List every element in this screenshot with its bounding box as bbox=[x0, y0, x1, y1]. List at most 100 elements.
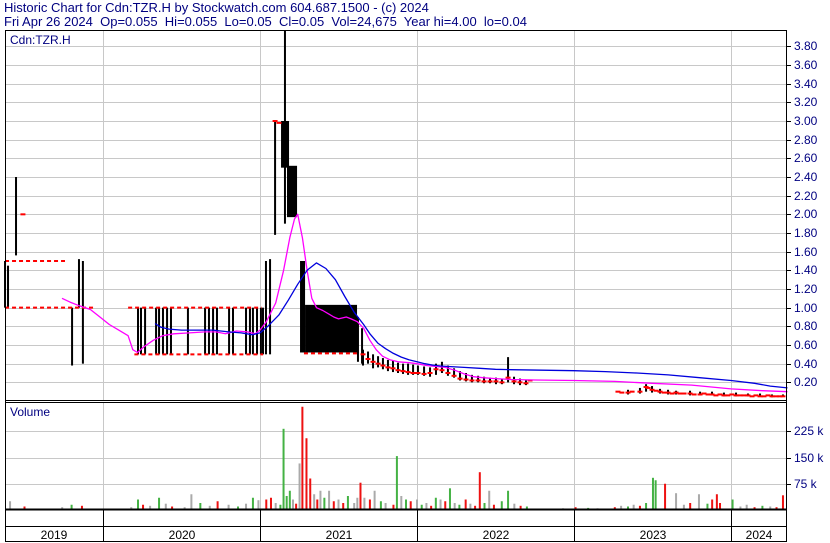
price-bar bbox=[7, 265, 10, 308]
volume-bar bbox=[316, 499, 319, 510]
price-axis-tick-label: 3.60 bbox=[794, 58, 818, 72]
close-tick bbox=[457, 377, 463, 380]
close-tick bbox=[487, 380, 493, 383]
close-tick bbox=[395, 369, 401, 372]
volume-bar bbox=[507, 490, 510, 510]
price-bar bbox=[228, 307, 231, 355]
price-bar bbox=[386, 359, 389, 372]
volume-bar bbox=[282, 428, 285, 510]
x-axis-year-label: 2021 bbox=[325, 528, 353, 542]
price-block bbox=[287, 165, 298, 218]
price-axis-tick-label: 0.60 bbox=[794, 338, 818, 352]
close-tick bbox=[415, 371, 421, 374]
close-tick bbox=[276, 121, 282, 124]
price-bar bbox=[169, 307, 172, 355]
volume-bar bbox=[439, 499, 442, 510]
volume-bar bbox=[313, 494, 316, 510]
price-bar bbox=[207, 307, 210, 355]
close-tick bbox=[475, 379, 481, 382]
close-tick bbox=[505, 376, 511, 379]
price-bar bbox=[212, 307, 215, 355]
volume-bar bbox=[731, 499, 734, 510]
price-bar bbox=[283, 30, 286, 224]
volume-bar bbox=[405, 499, 408, 510]
price-bar bbox=[81, 260, 84, 364]
price-bar bbox=[186, 307, 189, 355]
close-tick bbox=[375, 362, 381, 365]
close-tick bbox=[691, 393, 697, 396]
price-bar bbox=[204, 307, 207, 355]
volume-bar bbox=[265, 499, 268, 510]
close-tick bbox=[637, 390, 643, 393]
close-tick bbox=[499, 381, 505, 384]
volume-bar bbox=[328, 490, 331, 510]
price-bar bbox=[361, 349, 364, 366]
price-bar bbox=[391, 360, 394, 373]
close-tick bbox=[511, 380, 517, 383]
volume-bar bbox=[305, 438, 308, 510]
close-tick bbox=[272, 120, 278, 123]
close-tick bbox=[451, 374, 457, 377]
volume-bar bbox=[434, 497, 437, 510]
price-bar bbox=[161, 307, 164, 355]
close-tick bbox=[629, 390, 635, 393]
price-axis-tick-label: 2.20 bbox=[794, 189, 818, 203]
close-tick bbox=[493, 380, 499, 383]
x-axis-year-label: 2023 bbox=[639, 528, 667, 542]
volume-bar bbox=[356, 497, 359, 510]
close-tick bbox=[645, 386, 651, 389]
close-tick bbox=[517, 381, 523, 384]
close-tick bbox=[463, 378, 469, 381]
volume-bar bbox=[395, 456, 398, 510]
close-tick bbox=[481, 380, 487, 383]
close-tick bbox=[681, 392, 687, 395]
price-bar bbox=[377, 356, 380, 368]
close-tick bbox=[421, 372, 427, 375]
price-axis-tick-label: 0.80 bbox=[794, 319, 818, 333]
close-tick bbox=[410, 371, 416, 374]
close-tick bbox=[439, 369, 445, 372]
chart-canvas bbox=[4, 30, 791, 542]
close-tick bbox=[469, 379, 475, 382]
volume-bar bbox=[464, 499, 467, 510]
close-tick bbox=[400, 370, 406, 373]
volume-bar bbox=[697, 494, 700, 510]
close-tick bbox=[433, 368, 439, 371]
price-bar bbox=[139, 307, 142, 355]
price-bar bbox=[166, 307, 169, 355]
price-axis-tick-label: 1.80 bbox=[794, 226, 818, 240]
price-axis-tick-label: 1.00 bbox=[794, 301, 818, 315]
volume-bar bbox=[400, 496, 403, 510]
close-tick bbox=[365, 357, 371, 360]
price-axis-tick-label: 3.20 bbox=[794, 95, 818, 109]
volume-bar bbox=[301, 406, 304, 510]
ma-fast-line bbox=[61, 213, 788, 393]
close-tick bbox=[427, 371, 433, 374]
volume-bar bbox=[373, 490, 376, 510]
volume-bar bbox=[478, 472, 481, 510]
close-tick bbox=[20, 213, 26, 216]
price-bar bbox=[367, 351, 370, 364]
price-axis-tick-label: 1.20 bbox=[794, 282, 818, 296]
price-axis-tick-label: 2.60 bbox=[794, 151, 818, 165]
price-bar bbox=[137, 307, 140, 355]
volume-bar bbox=[448, 488, 451, 510]
price-bar bbox=[274, 121, 277, 235]
volume-bar bbox=[346, 496, 349, 510]
price-bar bbox=[158, 307, 161, 355]
price-axis-tick-label: 3.80 bbox=[794, 39, 818, 53]
price-bar bbox=[407, 363, 410, 375]
price-axis-tick-label: 0.20 bbox=[794, 375, 818, 389]
x-axis-year-label: 2024 bbox=[745, 528, 773, 542]
price-axis-tick-label: 2.80 bbox=[794, 133, 818, 147]
volume-bar bbox=[416, 499, 418, 510]
price-bar bbox=[155, 307, 158, 355]
volume-bar bbox=[781, 495, 784, 510]
price-axis-tick-label: 2.40 bbox=[794, 170, 818, 184]
price-bar bbox=[269, 259, 272, 355]
volume-panel-label: Volume bbox=[10, 405, 51, 419]
price-panel-symbol-label: Cdn:TZR.H bbox=[10, 33, 71, 47]
price-axis-tick-label: 1.60 bbox=[794, 245, 818, 259]
volume-axis-tick-label: 225 k bbox=[794, 424, 824, 438]
price-bar bbox=[144, 307, 147, 355]
